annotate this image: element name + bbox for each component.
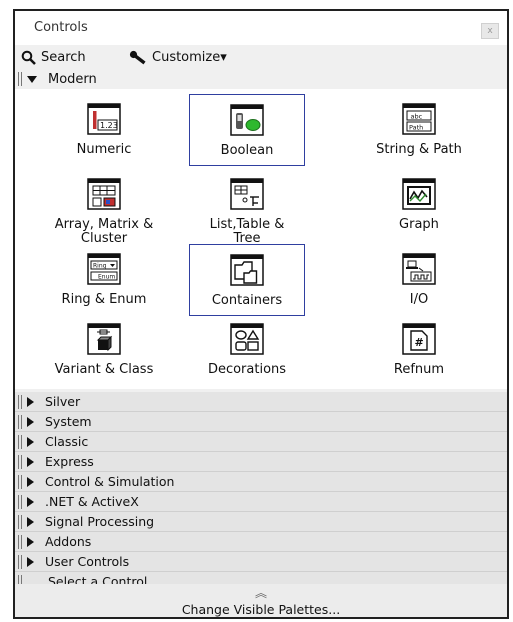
containers-icon — [230, 254, 264, 286]
string-path-icon: abc Path — [402, 103, 436, 135]
drag-grip-icon — [18, 514, 22, 529]
palette-item-containers[interactable]: Containers — [189, 244, 305, 316]
palette-categories: Silver System Classic Express Control & … — [15, 392, 507, 591]
palette-item-array-matrix-cluster[interactable]: Array, Matrix & Cluster — [46, 169, 162, 246]
palette-item-ring-enum[interactable]: Ring Enum Ring & Enum — [46, 244, 162, 316]
window-title: Controls — [34, 20, 88, 35]
drag-grip-icon — [18, 554, 22, 569]
collapsed-arrow-icon — [27, 476, 34, 487]
search-label: Search — [41, 49, 86, 65]
palette-item-decorations[interactable]: Decorations — [189, 314, 305, 386]
palette-footer: ︽ Change Visible Palettes... — [15, 584, 507, 617]
drag-grip-icon — [18, 414, 22, 429]
drag-grip-icon — [18, 434, 22, 449]
category-label: Addons — [45, 534, 92, 549]
collapsed-arrow-icon — [27, 456, 34, 467]
category-classic[interactable]: Classic — [15, 432, 507, 452]
collapse-chevron-icon[interactable]: ︽ — [15, 584, 507, 601]
numeric-icon: 1.23 — [87, 103, 121, 135]
palette-item-boolean[interactable]: Boolean — [189, 94, 305, 166]
palette-item-graph[interactable]: Graph — [361, 169, 477, 241]
customize-label: Customize▾ — [152, 49, 227, 65]
io-icon — [402, 253, 436, 285]
palette-item-io[interactable]: I/O — [361, 244, 477, 316]
palette-item-label: Numeric — [76, 142, 132, 157]
controls-grid: 1.23 Numeric Boolean abc Path String & P… — [15, 89, 507, 389]
collapsed-arrow-icon — [27, 556, 34, 567]
category-control-simulation[interactable]: Control & Simulation — [15, 472, 507, 492]
section-label: Modern — [48, 71, 97, 87]
string-icon-text: abc — [411, 113, 423, 121]
change-visible-palettes-button[interactable]: Change Visible Palettes... — [15, 602, 507, 617]
palette-item-label: String & Path — [376, 142, 462, 157]
palette-toolbar: Search Customize▾ — [15, 45, 507, 69]
numeric-icon-text: 1.23 — [100, 121, 118, 130]
list-table-icon — [230, 178, 264, 210]
expanded-arrow-icon — [27, 75, 37, 83]
title-bar: Controls x — [15, 11, 507, 45]
category-label: System — [45, 414, 92, 429]
drag-grip-icon — [18, 394, 22, 409]
drag-grip-icon — [18, 454, 22, 469]
array-matrix-icon — [87, 178, 121, 210]
palette-item-label: Array, Matrix & Cluster — [54, 217, 154, 246]
palette-item-label: Ring & Enum — [61, 292, 147, 307]
category-label: User Controls — [45, 554, 130, 569]
category-label: Silver — [45, 394, 81, 409]
category-addons[interactable]: Addons — [15, 532, 507, 552]
category-label: Signal Processing — [45, 514, 155, 529]
category-label: Classic — [45, 434, 89, 449]
path-icon-text: Path — [409, 124, 423, 132]
controls-palette-window: Controls x Search Customize▾ Modern 1.23… — [13, 9, 509, 619]
palette-item-label: Containers — [211, 293, 283, 308]
drag-grip-icon — [18, 494, 22, 509]
category-signal-processing[interactable]: Signal Processing — [15, 512, 507, 532]
palette-item-label: Graph — [399, 217, 439, 232]
close-button[interactable]: x — [481, 23, 499, 39]
collapsed-arrow-icon — [27, 536, 34, 547]
category-user-controls[interactable]: User Controls — [15, 552, 507, 572]
palette-item-refnum[interactable]: # Refnum — [361, 314, 477, 386]
palette-item-variant-class[interactable]: Variant & Class — [46, 314, 162, 386]
drag-grip-icon — [18, 534, 22, 549]
category-silver[interactable]: Silver — [15, 392, 507, 412]
enum-icon-text: Enum — [98, 274, 115, 281]
graph-icon — [402, 178, 436, 210]
collapsed-arrow-icon — [27, 416, 34, 427]
modern-section-header[interactable]: Modern — [15, 69, 507, 89]
palette-item-list-table-tree[interactable]: List,Table & Tree — [189, 169, 305, 246]
collapsed-arrow-icon — [27, 516, 34, 527]
category-system[interactable]: System — [15, 412, 507, 432]
ring-icon-text: Ring — [93, 263, 107, 270]
category-express[interactable]: Express — [15, 452, 507, 472]
customize-button[interactable]: Customize▾ — [129, 48, 227, 66]
palette-item-label: Refnum — [393, 362, 445, 377]
magnifier-icon — [21, 50, 36, 65]
category-label: Express — [45, 454, 94, 469]
refnum-icon: # — [402, 323, 436, 355]
palette-item-string-path[interactable]: abc Path String & Path — [361, 94, 477, 166]
decorations-icon — [230, 323, 264, 355]
category-label: Control & Simulation — [45, 474, 175, 489]
refnum-icon-text: # — [415, 336, 424, 349]
drag-grip-icon — [18, 72, 22, 86]
variant-class-icon — [87, 323, 121, 355]
collapsed-arrow-icon — [27, 396, 34, 407]
palette-item-label: I/O — [409, 292, 429, 307]
collapsed-arrow-icon — [27, 496, 34, 507]
palette-item-label: List,Table & Tree — [209, 217, 285, 246]
boolean-icon — [230, 104, 264, 136]
category-dotnet-activex[interactable]: .NET & ActiveX — [15, 492, 507, 512]
collapsed-arrow-icon — [27, 436, 34, 447]
ring-enum-icon: Ring Enum — [87, 253, 121, 285]
search-button[interactable]: Search — [21, 48, 86, 66]
wrench-icon — [129, 50, 146, 64]
palette-item-label: Decorations — [207, 362, 287, 377]
palette-item-numeric[interactable]: 1.23 Numeric — [46, 94, 162, 166]
category-label: .NET & ActiveX — [45, 494, 139, 509]
palette-item-label: Variant & Class — [54, 362, 154, 377]
drag-grip-icon — [18, 474, 22, 489]
palette-item-label: Boolean — [220, 143, 274, 158]
